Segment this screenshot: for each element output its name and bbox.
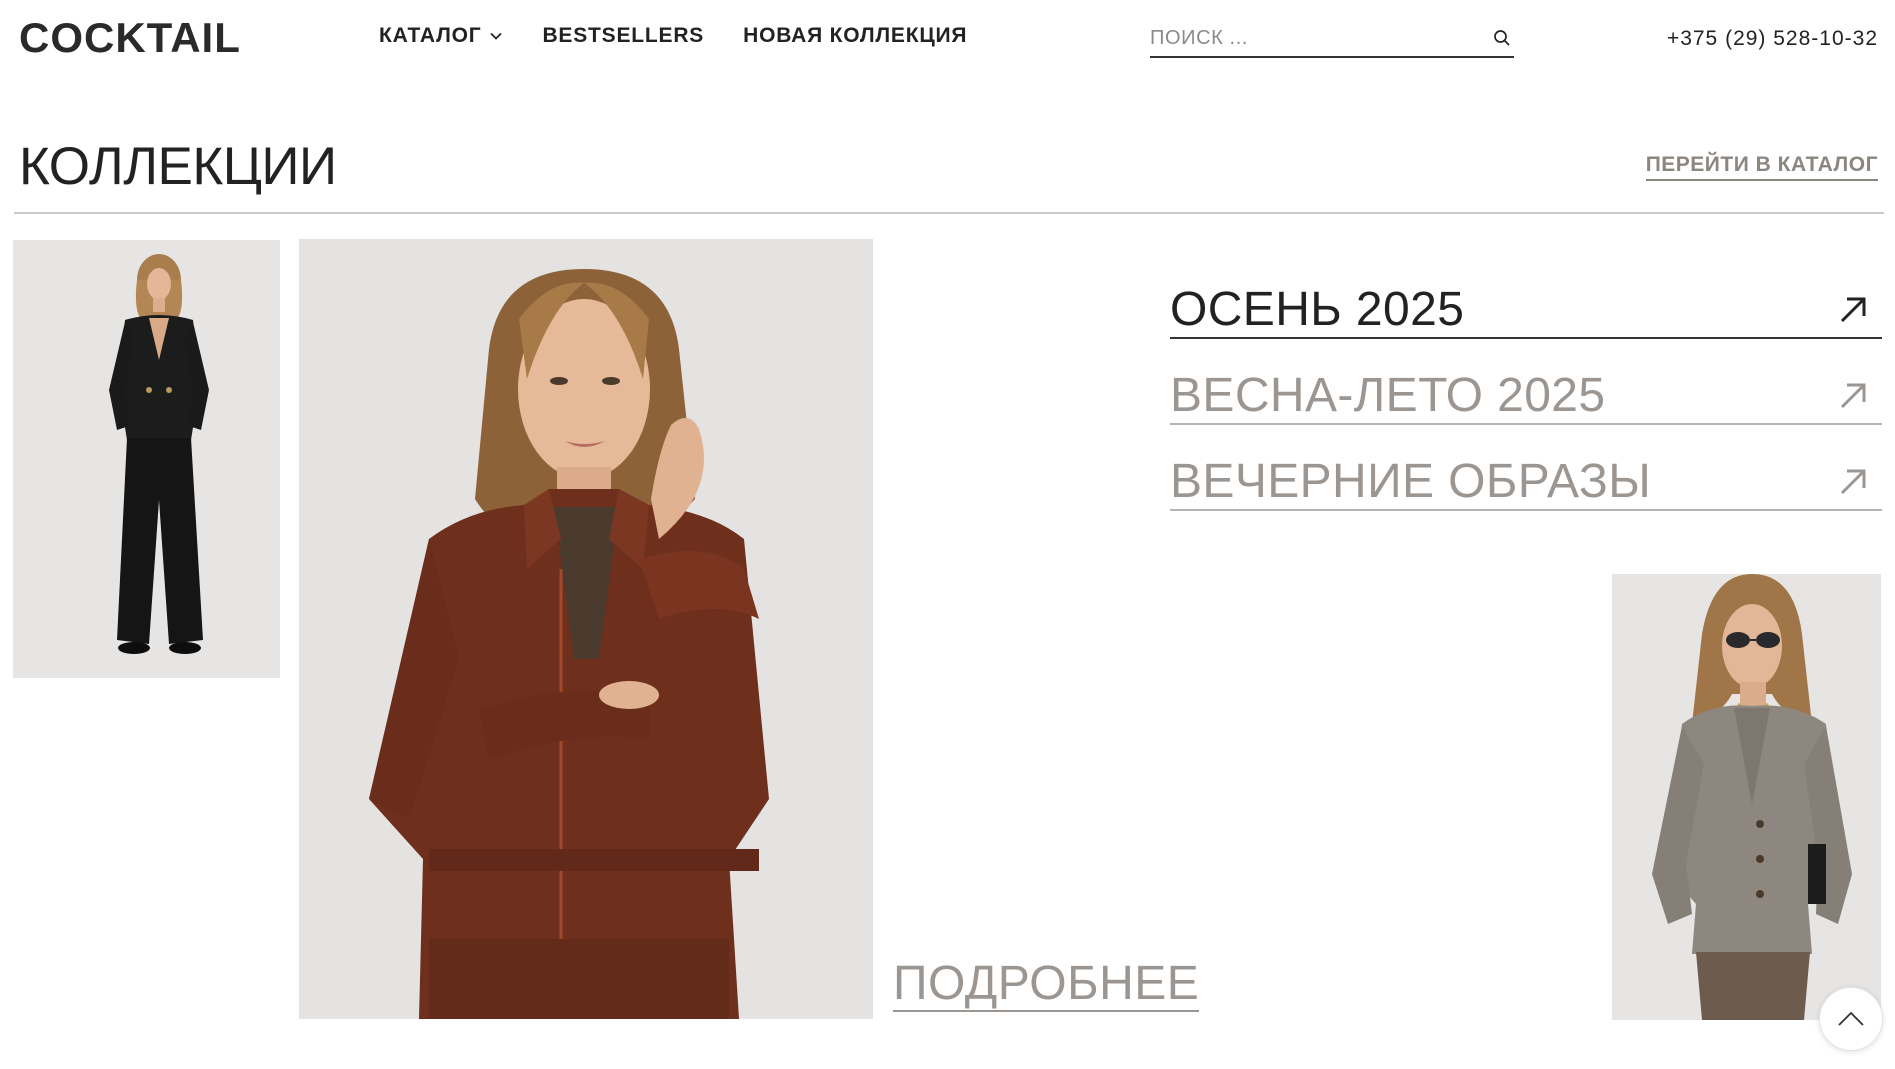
chevron-up-icon bbox=[1838, 1011, 1864, 1026]
collection-photo-grey-blazer[interactable] bbox=[1612, 574, 1881, 1020]
nav-item-catalog-label: КАТАЛОГ bbox=[379, 24, 482, 47]
nav-item-new-collection-label: НОВАЯ КОЛЛЕКЦИЯ bbox=[743, 24, 968, 47]
arrow-up-right-icon bbox=[1840, 469, 1866, 494]
nav-item-catalog[interactable]: КАТАЛОГ bbox=[379, 24, 503, 48]
collection-item-label: ВЕСНА-ЛЕТО 2025 bbox=[1170, 368, 1606, 422]
search-box bbox=[1150, 20, 1514, 58]
nav-item-bestsellers-label: BESTSELLERS bbox=[542, 24, 705, 47]
model-grey-blazer-image bbox=[1612, 574, 1881, 1020]
site-logo[interactable]: COCKTAIL bbox=[19, 14, 241, 62]
collection-item-label: ОСЕНЬ 2025 bbox=[1170, 282, 1465, 336]
collection-item-spring-summer-2025[interactable]: ВЕСНА-ЛЕТО 2025 bbox=[1170, 368, 1882, 425]
collection-item-evening-looks[interactable]: ВЕЧЕРНИЕ ОБРАЗЫ bbox=[1170, 454, 1882, 511]
page-title: КОЛЛЕКЦИИ bbox=[19, 137, 337, 196]
model-black-suit-image bbox=[13, 240, 280, 678]
main-nav: КАТАЛОГ BESTSELLERS НОВАЯ КОЛЛЕКЦИЯ bbox=[379, 24, 967, 48]
nav-item-bestsellers[interactable]: BESTSELLERS bbox=[542, 24, 704, 48]
more-details-link[interactable]: ПОДРОБНЕЕ bbox=[893, 958, 1200, 1012]
scroll-to-top-button[interactable] bbox=[1819, 987, 1883, 1051]
chevron-down-icon bbox=[490, 32, 503, 40]
collection-item-autumn-2025[interactable]: ОСЕНЬ 2025 bbox=[1170, 282, 1882, 339]
arrow-up-right-icon bbox=[1840, 297, 1866, 322]
search-input[interactable] bbox=[1150, 21, 1492, 55]
section-divider bbox=[14, 212, 1884, 214]
collection-item-label: ВЕЧЕРНИЕ ОБРАЗЫ bbox=[1170, 454, 1652, 508]
go-to-catalog-link[interactable]: ПЕРЕЙТИ В КАТАЛОГ bbox=[1645, 153, 1878, 181]
search-icon[interactable] bbox=[1492, 28, 1512, 48]
phone-number[interactable]: +375 (29) 528-10-32 bbox=[1667, 27, 1878, 51]
collection-list: ОСЕНЬ 2025 ВЕСНА-ЛЕТО 2025 ВЕЧЕРНИЕ ОБРА… bbox=[1170, 282, 1882, 540]
collection-photo-brown-jacket[interactable] bbox=[299, 239, 873, 1019]
collection-photo-black-suit[interactable] bbox=[13, 240, 280, 678]
nav-item-new-collection[interactable]: НОВАЯ КОЛЛЕКЦИЯ bbox=[743, 24, 967, 48]
arrow-up-right-icon bbox=[1840, 383, 1866, 408]
model-brown-jacket-image bbox=[299, 239, 873, 1019]
